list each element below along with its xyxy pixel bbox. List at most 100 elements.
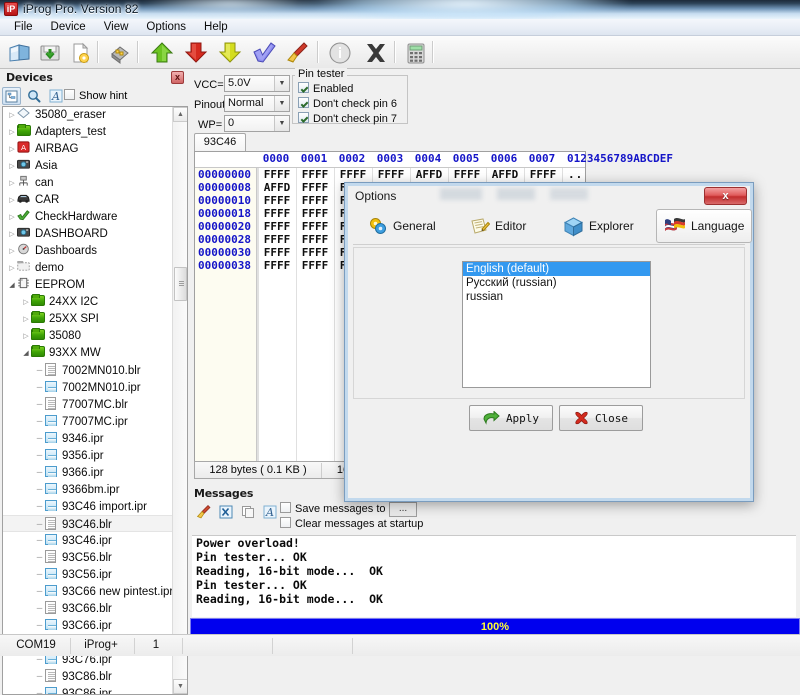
chevron-collapsed-icon[interactable]: ▷ — [7, 226, 17, 243]
clear-startup-checkbox[interactable]: Clear messages at startup — [280, 517, 423, 531]
clear-broom-icon[interactable] — [194, 503, 213, 521]
tree-item[interactable]: ▷ 35080 — [3, 328, 173, 345]
tree-item[interactable]: – 93C56.blr — [3, 549, 173, 566]
tree-item[interactable]: – 9356.ipr — [3, 447, 173, 464]
export-excel-icon[interactable] — [216, 503, 235, 521]
font-icon[interactable]: A — [260, 503, 279, 521]
write-down-arrow-icon[interactable] — [182, 39, 210, 66]
vcc-select[interactable]: 5.0V ▼ — [224, 75, 290, 92]
tree-view-icon[interactable] — [2, 87, 21, 105]
chevron-expanded-icon[interactable]: ◢ — [7, 277, 17, 294]
save-file-icon[interactable] — [36, 39, 64, 66]
chevron-collapsed-icon[interactable]: ▷ — [7, 243, 17, 260]
tree-item[interactable]: ▷ 35080_eraser — [3, 107, 173, 124]
pin-tester-enabled-checkbox[interactable]: Enabled — [298, 82, 353, 97]
tree-item[interactable]: – 93C66.blr — [3, 600, 173, 617]
chevron-collapsed-icon[interactable]: ▷ — [21, 311, 31, 328]
menu-item-options[interactable]: Options — [137, 19, 195, 36]
chevron-collapsed-icon[interactable]: ▷ — [21, 294, 31, 311]
tree-item[interactable]: – 93C56.ipr — [3, 566, 173, 583]
read-up-arrow-icon[interactable] — [148, 39, 176, 66]
tree-item[interactable]: – 93C46 import.ipr — [3, 498, 173, 515]
adapters-icon[interactable] — [106, 39, 134, 66]
scroll-up-arrow-icon[interactable]: ▲ — [173, 107, 187, 122]
tree-item[interactable]: ▷ Adapters_test — [3, 124, 173, 141]
chevron-collapsed-icon[interactable]: ▷ — [7, 192, 17, 209]
verify-check-icon[interactable] — [250, 39, 278, 66]
tree-item[interactable]: – 9366.ipr — [3, 464, 173, 481]
menu-item-help[interactable]: Help — [195, 19, 237, 36]
tree-item[interactable]: ◢ 93XX MW — [3, 345, 173, 362]
chevron-expanded-icon[interactable]: ◢ — [21, 345, 31, 362]
tree-item[interactable]: – 77007MC.ipr — [3, 413, 173, 430]
devices-tree[interactable]: ▷ 35080_eraser ▷ Adapters_test ▷ A AIRBAG ▷ Asia… — [3, 107, 173, 694]
tree-item[interactable]: ◢ EEPROM — [3, 277, 173, 294]
pinout-select[interactable]: Normal ▼ — [224, 95, 290, 112]
show-hint-checkbox[interactable]: Show hint — [64, 88, 127, 104]
language-item-selected[interactable]: English (default) — [463, 262, 650, 276]
chevron-collapsed-icon[interactable]: ▷ — [21, 328, 31, 345]
options-dialog[interactable]: Options x General Editor Explorer Langua… — [344, 182, 754, 502]
tree-item[interactable]: ▷ can — [3, 175, 173, 192]
tree-item[interactable]: – 9346.ipr — [3, 430, 173, 447]
language-item[interactable]: Русский (russian) — [463, 276, 650, 290]
close-button[interactable]: Close — [559, 405, 643, 431]
download-arrow-icon[interactable] — [216, 39, 244, 66]
tab-93c46[interactable]: 93C46 — [194, 133, 246, 151]
copy-icon[interactable] — [238, 503, 257, 521]
wp-select[interactable]: 0 ▼ — [224, 115, 290, 132]
pin-tester-skip6-checkbox[interactable]: Don't check pin 6 — [298, 97, 397, 112]
tree-item[interactable]: ▷ demo — [3, 260, 173, 277]
menu-item-file[interactable]: File — [5, 19, 42, 36]
chevron-collapsed-icon[interactable]: ▷ — [7, 158, 17, 175]
menu-item-view[interactable]: View — [95, 19, 138, 36]
messages-log[interactable]: Power overload! Pin tester... OK Reading, … — [192, 535, 796, 617]
open-file-icon[interactable] — [6, 39, 34, 66]
tree-item[interactable]: ▷ 24XX I2C — [3, 294, 173, 311]
tree-item[interactable]: – 93C86.blr — [3, 668, 173, 685]
tree-item[interactable]: – 93C66 new pintest.ipr — [3, 583, 173, 600]
tree-item[interactable]: – 9366bm.ipr — [3, 481, 173, 498]
tree-item[interactable]: – 7002MN010.blr — [3, 362, 173, 379]
tree-item[interactable]: – 7002MN010.ipr — [3, 379, 173, 396]
menu-item-device[interactable]: Device — [42, 19, 95, 36]
font-icon[interactable]: A — [46, 87, 65, 105]
tree-item[interactable]: – 93C66.ipr — [3, 617, 173, 634]
tree-item[interactable]: ▷ 25XX SPI — [3, 311, 173, 328]
tree-item[interactable]: ▷ DASHBOARD — [3, 226, 173, 243]
scroll-down-arrow-icon[interactable]: ▼ — [173, 679, 187, 694]
log-browse-button[interactable]: ... — [389, 502, 417, 517]
close-icon[interactable]: x — [704, 187, 747, 205]
tree-item[interactable]: – 93C86.ipr — [3, 685, 173, 694]
tree-item[interactable]: ▷ Asia — [3, 158, 173, 175]
chevron-collapsed-icon[interactable]: ▷ — [7, 141, 17, 158]
chevron-collapsed-icon[interactable]: ▷ — [7, 260, 17, 277]
devices-tree-scrollbar[interactable]: ▲ ▼ — [172, 107, 187, 694]
chevron-collapsed-icon[interactable]: ▷ — [7, 175, 17, 192]
chevron-collapsed-icon[interactable]: ▷ — [7, 124, 17, 141]
tree-item-selected[interactable]: – 93C46.blr — [3, 515, 173, 532]
tree-item[interactable]: ▷ A AIRBAG — [3, 141, 173, 158]
tree-item[interactable]: ▷ CheckHardware — [3, 209, 173, 226]
scrollbar-thumb[interactable] — [174, 267, 187, 301]
calculator-icon[interactable] — [402, 39, 430, 66]
tree-item[interactable]: – 93C46.ipr — [3, 532, 173, 549]
cancel-x-icon[interactable] — [362, 39, 390, 66]
info-icon[interactable] — [326, 39, 354, 66]
devices-close-button[interactable]: x — [171, 71, 184, 84]
tree-item[interactable]: – 77007MC.blr — [3, 396, 173, 413]
apply-button[interactable]: Apply — [469, 405, 553, 431]
language-list[interactable]: English (default) Русский (russian) russia… — [462, 261, 651, 388]
tab-explorer[interactable]: Explorer — [556, 209, 641, 243]
tab-language[interactable]: Language — [656, 209, 753, 243]
chevron-collapsed-icon[interactable]: ▷ — [7, 107, 17, 124]
erase-broom-icon[interactable] — [284, 39, 312, 66]
chevron-collapsed-icon[interactable]: ▷ — [7, 209, 17, 226]
tree-item[interactable]: ▷ CAR — [3, 192, 173, 209]
hex-row[interactable]: FFFFFFFFFFFFFFFFAFFDFFFFAFFDFFFF........… — [258, 168, 585, 181]
search-icon[interactable] — [24, 87, 43, 105]
language-item[interactable]: russian — [463, 290, 650, 304]
tab-editor[interactable]: Editor — [463, 209, 533, 243]
tree-item[interactable]: ▷ Dashboards — [3, 243, 173, 260]
new-file-icon[interactable] — [66, 39, 94, 66]
